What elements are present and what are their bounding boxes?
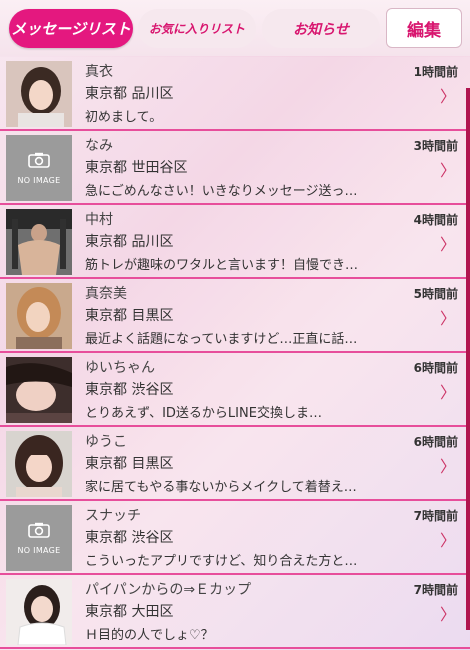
message-time: 4時間前 [413,213,458,227]
sender-area: 東京都 大田区 [85,604,174,620]
message-preview: Ｈ目的の人でしょ♡？ [85,628,214,643]
avatar-photo [6,431,72,497]
avatar [6,579,72,645]
avatar [6,283,72,349]
no-image-label: NO IMAGE [17,545,61,555]
message-preview: 家に居てもやる事ないからメイクして着替え… [85,480,357,495]
sender-area: 東京都 目黒区 [85,456,174,472]
no-image-label: NO IMAGE [17,175,61,185]
message-time: 3時間前 [413,139,458,153]
message-time: 7時間前 [413,509,458,523]
sender-area: 東京都 目黒区 [85,308,174,324]
sender-area: 東京都 品川区 [85,86,174,102]
avatar-photo [6,357,72,423]
tab-favorite-list[interactable]: お気に入りリスト [138,9,256,48]
edit-button[interactable]: 編集 [386,8,462,48]
message-preview: 初めまして。 [85,110,163,125]
message-time: 5時間前 [413,287,458,301]
avatar-photo [6,209,72,275]
sender-name: ゆうこ [85,434,127,450]
sender-area: 東京都 渋谷区 [85,530,174,546]
message-time: 1時間前 [413,65,458,79]
avatar-photo [6,61,72,127]
chevron-right-icon: 〉 [439,457,456,476]
sender-name: なみ [85,138,113,154]
tab-notifications[interactable]: お知らせ [262,9,380,48]
scrollbar[interactable] [466,88,470,630]
sender-name: 中村 [85,212,113,228]
message-time: 6時間前 [413,361,458,375]
chevron-right-icon: 〉 [439,87,456,106]
message-row[interactable]: 中村 東京都 品川区 筋トレが趣味のワタルと言います！自慢でき… 4時間前 〉 [0,205,470,279]
avatar [6,61,72,127]
sender-area: 東京都 世田谷区 [85,160,188,176]
message-preview: 最近よく話題になっていますけど…正直に話… [85,332,358,347]
camera-icon [28,522,50,538]
message-row[interactable]: 真衣 東京都 品川区 初めまして。 1時間前 〉 [0,57,470,131]
avatar-photo [6,283,72,349]
sender-name: 真奈美 [85,286,127,302]
avatar-no-image: NO IMAGE [6,505,72,571]
sender-name: スナッチ [85,508,141,524]
message-preview: 筋トレが趣味のワタルと言います！自慢でき… [85,258,359,273]
avatar [6,431,72,497]
sender-area: 東京都 品川区 [85,234,174,250]
avatar [6,357,72,423]
message-row[interactable]: NO IMAGE なみ 東京都 世田谷区 急にごめんなさい！いきなりメッセージ送… [0,131,470,205]
message-row[interactable]: 真奈美 東京都 目黒区 最近よく話題になっていますけど…正直に話… 5時間前 〉 [0,279,470,353]
message-row[interactable]: ゆうこ 東京都 目黒区 家に居てもやる事ないからメイクして着替え… 6時間前 〉 [0,427,470,501]
sender-name: ゆいちゃん [85,360,155,376]
sender-name: パイパンからの⇒Ｅカップ [85,582,252,598]
chevron-right-icon: 〉 [439,161,456,180]
sender-area: 東京都 渋谷区 [85,382,174,398]
message-row[interactable]: NO IMAGE スナッチ 東京都 渋谷区 こういったアプリですけど、知り合えた… [0,501,470,575]
avatar [6,209,72,275]
message-row[interactable]: ゆいちゃん 東京都 渋谷区 とりあえず、ID送るからLINE交換しま… 6時間前… [0,353,470,427]
chevron-right-icon: 〉 [439,309,456,328]
chevron-right-icon: 〉 [439,383,456,402]
message-preview: とりあえず、ID送るからLINE交換しま… [85,406,322,421]
chevron-right-icon: 〉 [439,531,456,550]
avatar-photo [6,579,72,645]
message-row[interactable]: パイパンからの⇒Ｅカップ 東京都 大田区 Ｈ目的の人でしょ♡？ 7時間前 〉 [0,575,470,649]
message-time: 6時間前 [413,435,458,449]
camera-icon [28,152,50,168]
message-preview: こういったアプリですけど、知り合えた方と… [85,554,358,569]
tab-message-list[interactable]: メッセージリスト [9,9,133,48]
avatar-no-image: NO IMAGE [6,135,72,201]
chevron-right-icon: 〉 [439,235,456,254]
message-time: 7時間前 [413,583,458,597]
chevron-right-icon: 〉 [439,605,456,624]
message-list: 真衣 東京都 品川区 初めまして。 1時間前 〉 NO IMAGE なみ 東京都… [0,57,470,649]
top-tab-bar: メッセージリスト お気に入りリスト お知らせ 編集 [0,0,470,56]
message-preview: 急にごめんなさい！いきなりメッセージ送っ… [85,184,358,199]
sender-name: 真衣 [85,64,113,80]
